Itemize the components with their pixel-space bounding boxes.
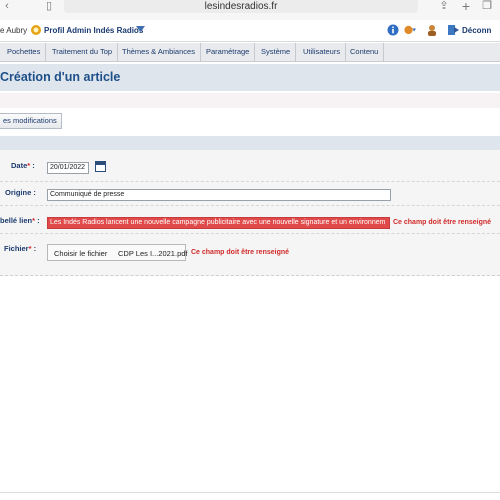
user-name: e Aubry [0, 26, 28, 35]
libelle-field[interactable]: Les Indés Radios lancent une nouvelle ca… [47, 217, 390, 229]
file-name: CDP Les I...2021.pdf [118, 249, 188, 258]
fichier-error: Ce champ doit être renseigné [191, 249, 290, 256]
choose-file-button[interactable]: Choisir le fichier [54, 249, 107, 258]
toolbar [0, 108, 500, 134]
libelle-label: bellé lien* : [0, 216, 40, 225]
row-divider [0, 233, 500, 234]
main-nav: Pochettes Traitement du Top Thèmes & Amb… [0, 43, 500, 62]
nav-item-pochettes[interactable]: Pochettes [2, 43, 47, 62]
chevron-down-icon[interactable] [136, 26, 145, 33]
bookmarks-icon[interactable]: ▯ [42, 0, 56, 14]
nav-item-utilisateurs[interactable]: Utilisateurs [298, 43, 347, 62]
date-label: Date* : [11, 161, 35, 170]
new-tab-icon[interactable]: + [459, 0, 473, 14]
profile-label[interactable]: Profil Admin Indés Radios [44, 26, 143, 35]
user-avatar-icon[interactable] [426, 24, 438, 36]
logout-label[interactable]: Déconn [462, 26, 491, 35]
share-icon[interactable]: ⇪ [437, 0, 451, 14]
profile-badge-icon [31, 25, 41, 35]
date-field[interactable]: 20/01/2022 [47, 162, 89, 174]
form-header [0, 136, 500, 150]
origine-label: Origine : [5, 188, 36, 197]
url-text: lesindesradios.fr [204, 1, 278, 12]
address-bar[interactable]: lesindesradios.fr [64, 0, 418, 13]
help-icon[interactable] [404, 24, 416, 36]
logout-icon[interactable] [447, 24, 459, 36]
tabs-icon[interactable]: ❐ [480, 0, 494, 14]
nav-item-traitement-top[interactable]: Traitement du Top [47, 43, 119, 62]
nav-item-parametrage[interactable]: Paramétrage [201, 43, 256, 62]
row-divider [0, 181, 500, 182]
page-bottom-divider [0, 492, 500, 493]
nav-item-themes-ambiances[interactable]: Thèmes & Ambiances [117, 43, 201, 62]
title-band: Création d'un article [0, 64, 500, 91]
app-header: e Aubry Profil Admin Indés Radios Déconn [0, 20, 500, 42]
nav-item-contenu[interactable]: Contenu [345, 43, 385, 62]
info-icon[interactable] [387, 24, 399, 36]
save-changes-button[interactable]: es modifications [0, 113, 62, 129]
origine-field[interactable]: Communiqué de presse [47, 189, 391, 201]
page-title: Création d'un article [0, 70, 121, 84]
fichier-label: Fichier* : [4, 244, 37, 253]
message-strip [0, 93, 500, 108]
row-divider [0, 205, 500, 206]
back-icon[interactable]: ‹ [0, 0, 14, 14]
file-input[interactable]: Choisir le fichier CDP Les I...2021.pdf [47, 244, 188, 261]
calendar-icon[interactable] [95, 161, 106, 172]
nav-item-systeme[interactable]: Système [256, 43, 297, 62]
libelle-error: Ce champ doit être renseigné [393, 219, 492, 226]
browser-toolbar: ‹ ▯ lesindesradios.fr ⇪ + ❐ [0, 0, 500, 20]
